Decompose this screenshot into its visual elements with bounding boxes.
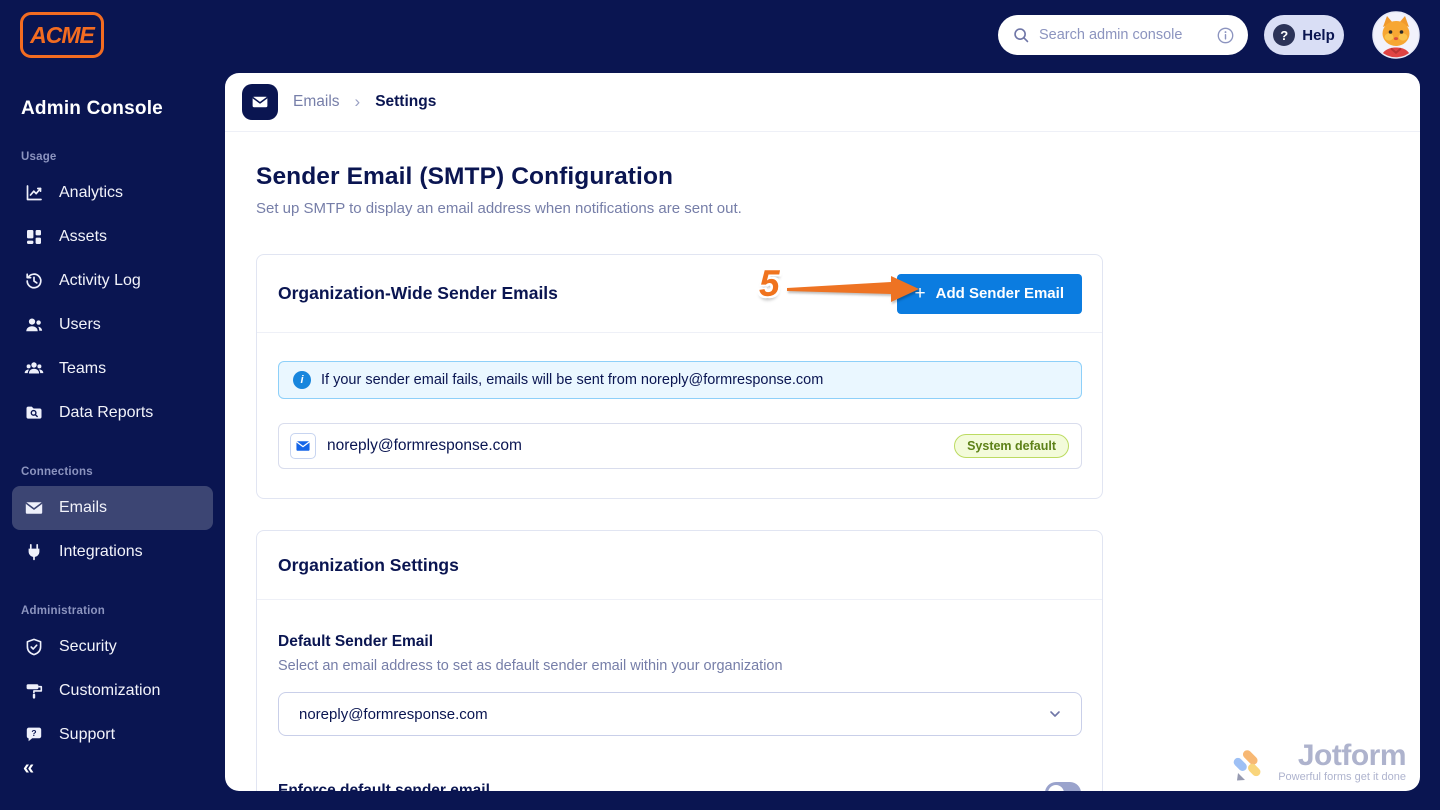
search-input[interactable] bbox=[1039, 27, 1207, 43]
data-reports-icon bbox=[24, 403, 44, 423]
default-sender-description: Select an email address to set as defaul… bbox=[278, 658, 783, 674]
sidebar-item-label: Assets bbox=[59, 228, 108, 245]
sidebar-collapse-icon[interactable]: « bbox=[23, 757, 34, 780]
default-sender-select[interactable]: noreply@formresponse.com bbox=[278, 692, 1082, 736]
sidebar-item-users[interactable]: Users bbox=[0, 303, 225, 347]
admin-search[interactable] bbox=[998, 15, 1248, 55]
sidebar-item-label: Customization bbox=[59, 682, 161, 699]
teams-icon bbox=[24, 359, 44, 379]
page-title: Sender Email (SMTP) Configuration bbox=[256, 163, 674, 190]
mail-icon bbox=[290, 433, 316, 459]
info-banner: i If your sender email fails, emails wil… bbox=[278, 361, 1082, 399]
content-area: Sender Email (SMTP) Configuration Set up… bbox=[225, 163, 1420, 791]
acme-logo-text: ACME bbox=[30, 21, 95, 48]
sidebar-item-label: Emails bbox=[59, 499, 108, 516]
user-avatar[interactable] bbox=[1372, 11, 1420, 59]
enforce-default-row: Enforce default sender email bbox=[278, 782, 1082, 791]
email-icon bbox=[24, 498, 44, 518]
shield-check-icon bbox=[24, 637, 44, 657]
search-info-icon[interactable] bbox=[1216, 26, 1235, 45]
org-settings-title: Organization Settings bbox=[278, 554, 459, 575]
section-label-connections: Connections bbox=[21, 466, 93, 478]
breadcrumb-emails-link[interactable]: Emails bbox=[293, 93, 340, 111]
sidebar-item-label: Analytics bbox=[59, 184, 124, 201]
enforce-default-toggle[interactable] bbox=[1045, 782, 1081, 791]
question-icon: ? bbox=[1273, 24, 1296, 46]
search-icon bbox=[1014, 28, 1029, 43]
sidebar-item-security[interactable]: Security bbox=[0, 625, 225, 669]
acme-logo[interactable]: ACME bbox=[20, 12, 104, 58]
help-button[interactable]: ? Help bbox=[1264, 15, 1344, 55]
sidebar-item-integrations[interactable]: Integrations bbox=[0, 530, 225, 574]
activity-log-icon bbox=[24, 271, 44, 291]
sidebar-item-label: Activity Log bbox=[59, 272, 141, 289]
enforce-default-label: Enforce default sender email bbox=[278, 782, 490, 791]
sidebar-item-label: Security bbox=[59, 638, 117, 655]
chevron-down-icon bbox=[1050, 711, 1060, 717]
avatar-cat-illustration bbox=[1372, 11, 1420, 59]
help-label: Help bbox=[1302, 26, 1335, 44]
info-banner-text: If your sender email fails, emails will … bbox=[321, 372, 824, 388]
sidebar-item-label: Teams bbox=[59, 360, 107, 377]
assets-icon bbox=[24, 227, 44, 247]
sidebar-item-data-reports[interactable]: Data Reports bbox=[0, 391, 225, 435]
sidebar-item-label: Integrations bbox=[59, 543, 143, 560]
default-sender-field: Default Sender Email Select an email add… bbox=[257, 600, 1102, 791]
support-chat-icon: ? bbox=[24, 725, 44, 745]
sender-email-address: noreply@formresponse.com bbox=[327, 437, 522, 454]
sidebar-item-label: Support bbox=[59, 726, 116, 743]
sidebar-item-label: Data Reports bbox=[59, 404, 154, 421]
paint-roller-icon bbox=[24, 681, 44, 701]
breadcrumb-current: Settings bbox=[375, 93, 437, 110]
sidebar-item-support[interactable]: ? Support bbox=[0, 713, 225, 757]
section-label-usage: Usage bbox=[21, 151, 57, 163]
main-panel: Emails › Settings Sender Email (SMTP) Co… bbox=[225, 73, 1420, 791]
emails-section-icon bbox=[242, 84, 278, 120]
admin-console-title: Admin Console bbox=[21, 98, 163, 119]
sidebar-item-assets[interactable]: Assets bbox=[0, 215, 225, 259]
page-subtitle: Set up SMTP to display an email address … bbox=[256, 200, 742, 217]
toggle-knob bbox=[1048, 785, 1064, 791]
sender-email-row: noreply@formresponse.com System default bbox=[278, 423, 1082, 469]
info-icon: i bbox=[293, 371, 311, 389]
sidebar-item-emails[interactable]: Emails bbox=[12, 486, 213, 530]
users-icon bbox=[24, 315, 44, 335]
sidebar-item-customization[interactable]: Customization bbox=[0, 669, 225, 713]
section-label-administration: Administration bbox=[21, 605, 105, 617]
chevron-right-icon: › bbox=[354, 92, 361, 111]
plus-icon: + bbox=[914, 282, 926, 304]
system-default-badge: System default bbox=[954, 434, 1069, 458]
sender-emails-card: Organization-Wide Sender Emails + Add Se… bbox=[256, 254, 1103, 499]
svg-text:?: ? bbox=[31, 728, 36, 738]
add-sender-email-label: Add Sender Email bbox=[935, 285, 1064, 302]
add-sender-email-button[interactable]: + Add Sender Email bbox=[896, 273, 1082, 314]
default-sender-label: Default Sender Email bbox=[278, 633, 434, 650]
analytics-icon bbox=[24, 183, 44, 203]
sidebar-item-teams[interactable]: Teams bbox=[0, 347, 225, 391]
breadcrumb: Emails › Settings bbox=[225, 73, 1420, 132]
integrations-plug-icon bbox=[24, 542, 44, 562]
sidebar-item-analytics[interactable]: Analytics bbox=[0, 171, 225, 215]
default-sender-value: noreply@formresponse.com bbox=[299, 705, 488, 723]
organization-settings-card: Organization Settings Default Sender Ema… bbox=[256, 530, 1103, 791]
sidebar: ACME Admin Console Usage Analytics Asset… bbox=[0, 0, 225, 810]
sidebar-item-activity-log[interactable]: Activity Log bbox=[0, 259, 225, 303]
sidebar-item-label: Users bbox=[59, 316, 101, 333]
sender-card-title: Organization-Wide Sender Emails bbox=[278, 283, 558, 303]
